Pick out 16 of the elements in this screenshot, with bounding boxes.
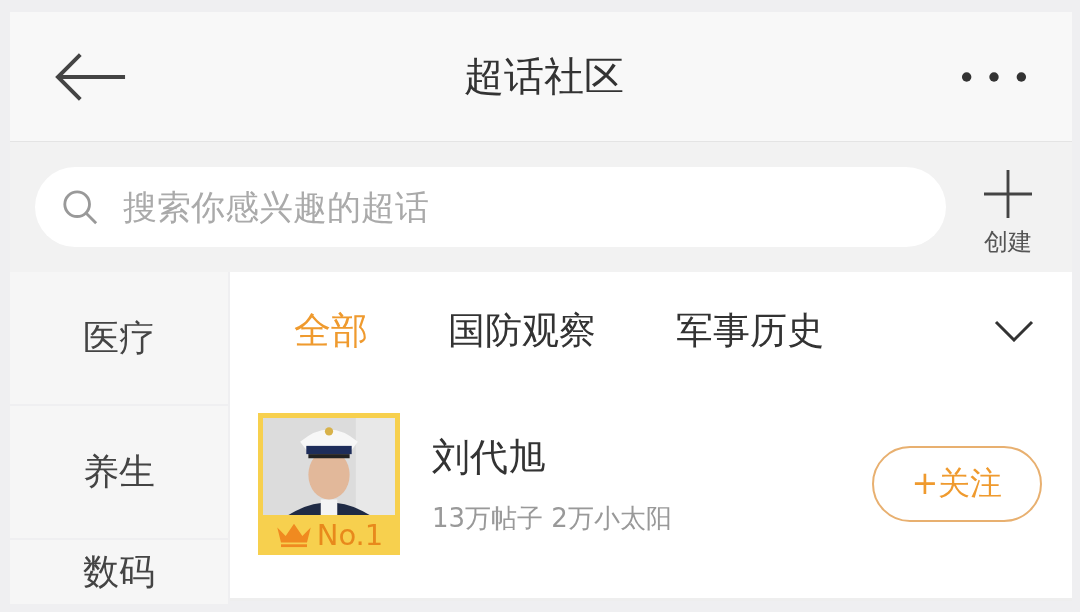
chevron-down-icon[interactable] <box>994 320 1034 342</box>
search-icon <box>61 188 99 226</box>
rank-label: No.1 <box>316 518 384 552</box>
category-tab[interactable]: 国防观察 <box>448 306 596 356</box>
category-item[interactable]: 数码 <box>10 540 228 604</box>
back-arrow-icon[interactable] <box>55 51 127 102</box>
plus-icon <box>984 170 1032 218</box>
page-title: 超话社区 <box>464 52 624 101</box>
create-button[interactable]: 创建 <box>984 156 1032 258</box>
more-menu-icon[interactable] <box>961 70 1027 83</box>
category-tab[interactable]: 军事历史 <box>676 306 824 356</box>
topic-stats: 13万帖子 2万小太阳 <box>432 502 673 535</box>
search-field[interactable]: 搜索你感兴趣的超话 <box>35 167 946 247</box>
topic-name: 刘代旭 <box>432 434 547 481</box>
category-item[interactable]: 养生 <box>10 406 228 538</box>
category-item[interactable]: 医疗 <box>10 272 228 404</box>
